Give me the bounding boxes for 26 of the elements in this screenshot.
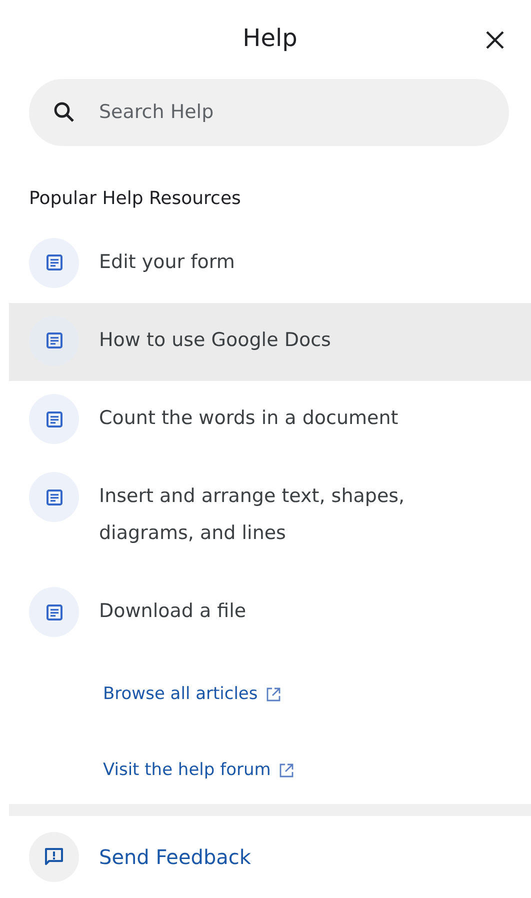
feedback-label: Send Feedback: [99, 845, 251, 870]
document-icon: [46, 254, 62, 272]
search-input[interactable]: Search Help: [97, 100, 485, 124]
document-icon: [46, 332, 62, 350]
document-icon: [46, 604, 62, 620]
article-title: Download a file: [99, 599, 246, 624]
help-article-item[interactable]: Download a file: [9, 574, 531, 652]
help-article-item[interactable]: Count the words in a document: [9, 381, 531, 460]
article-title: Insert and arrange text, shapes, diagrams, and lines: [99, 484, 406, 546]
send-feedback-button[interactable]: Send Feedback: [9, 816, 531, 898]
article-title: How to use Google Docs: [99, 328, 331, 353]
panel-title: Help: [242, 24, 298, 54]
article-title: Edit your form: [99, 250, 235, 275]
external-link-icon: [278, 762, 294, 778]
help-article-item[interactable]: Edit your form: [9, 224, 531, 303]
article-title: Count the words in a document: [99, 406, 398, 432]
search-icon: [53, 101, 75, 124]
feedback-icon: [44, 847, 64, 868]
document-icon: [46, 488, 62, 506]
external-link-icon: [266, 686, 281, 702]
document-icon: [46, 410, 62, 428]
search-bar[interactable]: Search Help: [29, 78, 509, 146]
section-heading: Popular Help Resources: [29, 188, 242, 209]
help-article-item[interactable]: Insert and arrange text, shapes, diagrams, and lines: [9, 459, 531, 574]
help-article-item[interactable]: How to use Google Docs: [9, 302, 531, 382]
close-icon: [485, 30, 505, 50]
